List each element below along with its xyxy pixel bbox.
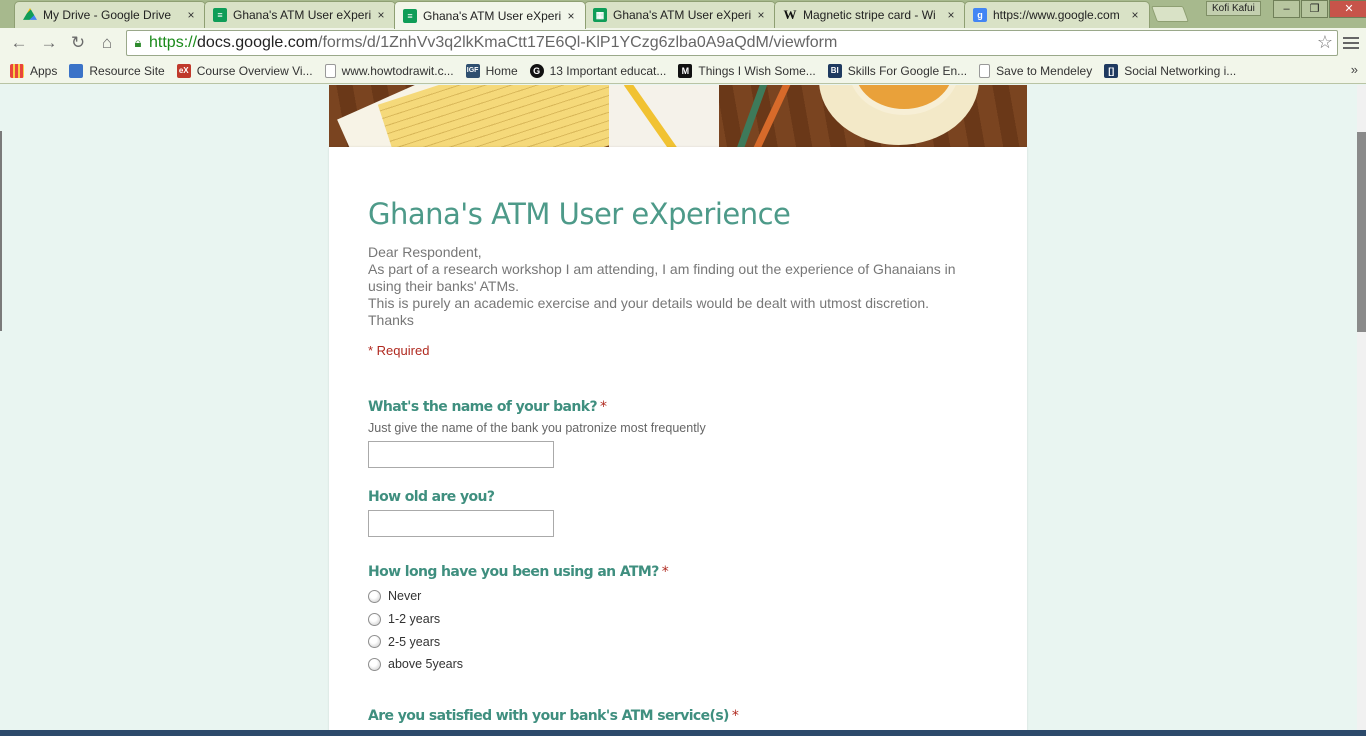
bookmark-home[interactable]: IGF Home xyxy=(465,63,518,78)
browser-menu-icon[interactable] xyxy=(1342,34,1360,52)
required-marker: * xyxy=(661,564,669,580)
required-marker: * xyxy=(731,708,739,724)
scrollbar-thumb[interactable] xyxy=(1357,132,1366,332)
question-age: How old are you? xyxy=(368,489,554,537)
browser-toolbar: ← → ↻ ⌂ 🔒︎ https://docs.google.com/forms… xyxy=(0,28,1366,58)
bi-icon: BI xyxy=(827,63,842,78)
page-scrollbar[interactable] xyxy=(1357,85,1366,730)
bookmark-things-i-wish[interactable]: M Things I Wish Some... xyxy=(678,63,816,78)
blank-page-icon xyxy=(324,63,336,78)
home-icon[interactable]: ⌂ xyxy=(96,32,118,54)
tab-wikipedia[interactable]: W Magnetic stripe card - Wi × xyxy=(774,1,966,28)
tab-close-icon[interactable]: × xyxy=(945,8,957,22)
radio-option-2-5-years[interactable]: 2-5 years xyxy=(368,630,668,653)
radio-button[interactable] xyxy=(368,589,381,603)
required-marker: * xyxy=(599,399,607,415)
forward-arrow-icon[interactable]: → xyxy=(38,32,60,54)
tab-close-icon[interactable]: × xyxy=(1129,8,1141,22)
os-taskbar xyxy=(0,730,1366,736)
minimize-icon[interactable]: – xyxy=(1273,0,1300,18)
google-forms-icon: ≡ xyxy=(213,8,227,22)
tab-sheet[interactable]: ▦ Ghana's ATM User eXperi × xyxy=(584,1,776,28)
google-icon: g xyxy=(973,8,987,22)
bookmark-resource-site[interactable]: Resource Site xyxy=(69,63,165,78)
tab-my-drive[interactable]: My Drive - Google Drive × xyxy=(14,1,206,28)
apps-grid-icon xyxy=(10,63,24,78)
google-sheets-icon: ▦ xyxy=(593,8,607,22)
tab-form-1[interactable]: ≡ Ghana's ATM User eXperi × xyxy=(204,1,396,28)
tab-close-icon[interactable]: × xyxy=(185,8,197,22)
page-viewport: Ghana's ATM User eXperience Dear Respond… xyxy=(0,85,1366,730)
tab-close-icon[interactable]: × xyxy=(565,9,577,23)
radio-button[interactable] xyxy=(368,657,381,671)
age-input[interactable] xyxy=(368,510,554,537)
form-description: Dear Respondent, As part of a research w… xyxy=(368,244,956,328)
question-atm-duration: How long have you been using an ATM? * Ne… xyxy=(368,564,669,676)
bracket-icon: [] xyxy=(1104,63,1119,78)
medium-icon: M xyxy=(678,63,693,78)
radio-option-above-5-years[interactable]: above 5years xyxy=(368,653,668,676)
restore-icon[interactable]: ❐ xyxy=(1301,0,1328,18)
window-controls: – ❐ ✕ xyxy=(1272,0,1366,18)
close-window-icon[interactable]: ✕ xyxy=(1329,0,1366,18)
wikipedia-icon: W xyxy=(783,7,797,22)
new-tab-button[interactable] xyxy=(1151,6,1189,22)
page-blue-icon xyxy=(69,63,84,78)
g-circle-icon: G xyxy=(529,63,544,78)
radio-option-1-2-years[interactable]: 1-2 years xyxy=(368,608,668,631)
question-bank-name: What's the name of your bank? * Just give… xyxy=(368,399,706,468)
radio-option-never[interactable]: Never xyxy=(368,585,668,608)
tab-form-2-active[interactable]: ≡ Ghana's ATM User eXperi × xyxy=(394,1,586,29)
url-text: https://docs.google.com/forms/d/1ZnhVv3q… xyxy=(149,34,838,51)
required-note: * Required xyxy=(368,343,430,358)
form-header-image xyxy=(329,85,1027,147)
bookmark-mendeley[interactable]: Save to Mendeley xyxy=(979,63,1092,78)
radio-button[interactable] xyxy=(368,635,381,649)
form-card: Ghana's ATM User eXperience Dear Respond… xyxy=(329,147,1027,730)
profile-button[interactable]: Kofi Kafui xyxy=(1206,1,1261,16)
bookmark-course-overview[interactable]: eX Course Overview Vi... xyxy=(176,63,313,78)
bookmark-social-networking[interactable]: [] Social Networking i... xyxy=(1104,63,1236,78)
blank-page-icon xyxy=(979,63,991,78)
reload-icon[interactable]: ↻ xyxy=(67,32,89,54)
address-bar[interactable]: 🔒︎ https://docs.google.com/forms/d/1ZnhV… xyxy=(126,30,1338,56)
lock-icon: 🔒︎ xyxy=(134,35,142,50)
tab-google[interactable]: g https://www.google.com × xyxy=(964,1,1150,28)
form-title: Ghana's ATM User eXperience xyxy=(368,197,791,231)
edx-icon: eX xyxy=(176,63,191,78)
back-arrow-icon[interactable]: ← xyxy=(8,32,30,54)
bookmark-howtodrawit[interactable]: www.howtodrawit.c... xyxy=(324,63,454,78)
bookmark-apps[interactable]: Apps xyxy=(10,63,57,78)
radio-button[interactable] xyxy=(368,612,381,626)
bookmarks-overflow-icon[interactable]: » xyxy=(1351,62,1358,77)
question-satisfied: Are you satisfied with your bank's ATM s… xyxy=(368,708,739,724)
bookmark-13-important[interactable]: G 13 Important educat... xyxy=(529,63,666,78)
radio-group-duration: Never 1-2 years 2-5 years above 5years xyxy=(368,585,668,676)
bookmarks-bar: Apps Resource Site eX Course Overview Vi… xyxy=(0,58,1366,84)
google-drive-icon xyxy=(23,8,37,20)
tab-close-icon[interactable]: × xyxy=(375,8,387,22)
google-forms-icon: ≡ xyxy=(403,8,417,23)
bookmark-skills-google[interactable]: BI Skills For Google En... xyxy=(827,63,967,78)
bookmark-star-icon[interactable]: ☆ xyxy=(1317,32,1333,53)
igf-icon: IGF xyxy=(465,63,480,78)
tab-strip: My Drive - Google Drive × ≡ Ghana's ATM … xyxy=(0,0,1366,29)
tab-close-icon[interactable]: × xyxy=(755,8,767,22)
bank-name-input[interactable] xyxy=(368,441,554,468)
